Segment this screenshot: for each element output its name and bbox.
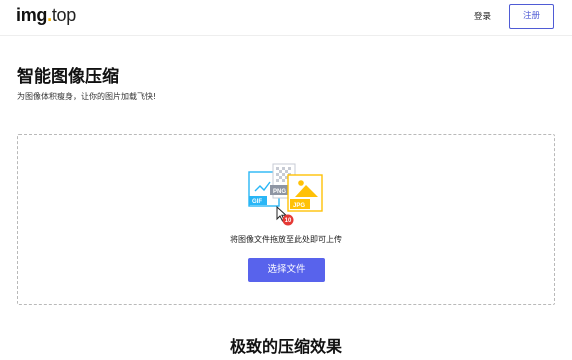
jpg-file-icon: JPG [287, 174, 323, 212]
site-logo[interactable]: img.top [16, 4, 76, 26]
page-subtitle: 为图像体积瘦身，让你的图片加载飞快! [17, 92, 157, 101]
login-link[interactable]: 登录 [474, 10, 491, 24]
register-button[interactable]: 注册 [509, 4, 554, 29]
page-title: 智能图像压缩 [17, 67, 119, 87]
drop-hint-text: 将图像文件拖放至此处即可上传 [230, 235, 342, 244]
choose-file-button[interactable]: 选择文件 [248, 258, 325, 282]
file-count-badge: 10 [282, 214, 294, 226]
jpg-label: JPG [293, 203, 305, 209]
features-section-title: 极致的压缩效果 [229, 337, 342, 356]
logo-text-main: img [16, 5, 48, 25]
top-nav-bar: img.top 登录 注册 [0, 0, 572, 36]
upload-illustration: GIF PNG JPG 10 [248, 163, 323, 226]
gif-label: GIF [252, 199, 262, 205]
file-count-value: 10 [285, 218, 292, 224]
logo-text-tld: top [51, 5, 76, 25]
png-label: PNG [273, 189, 286, 195]
